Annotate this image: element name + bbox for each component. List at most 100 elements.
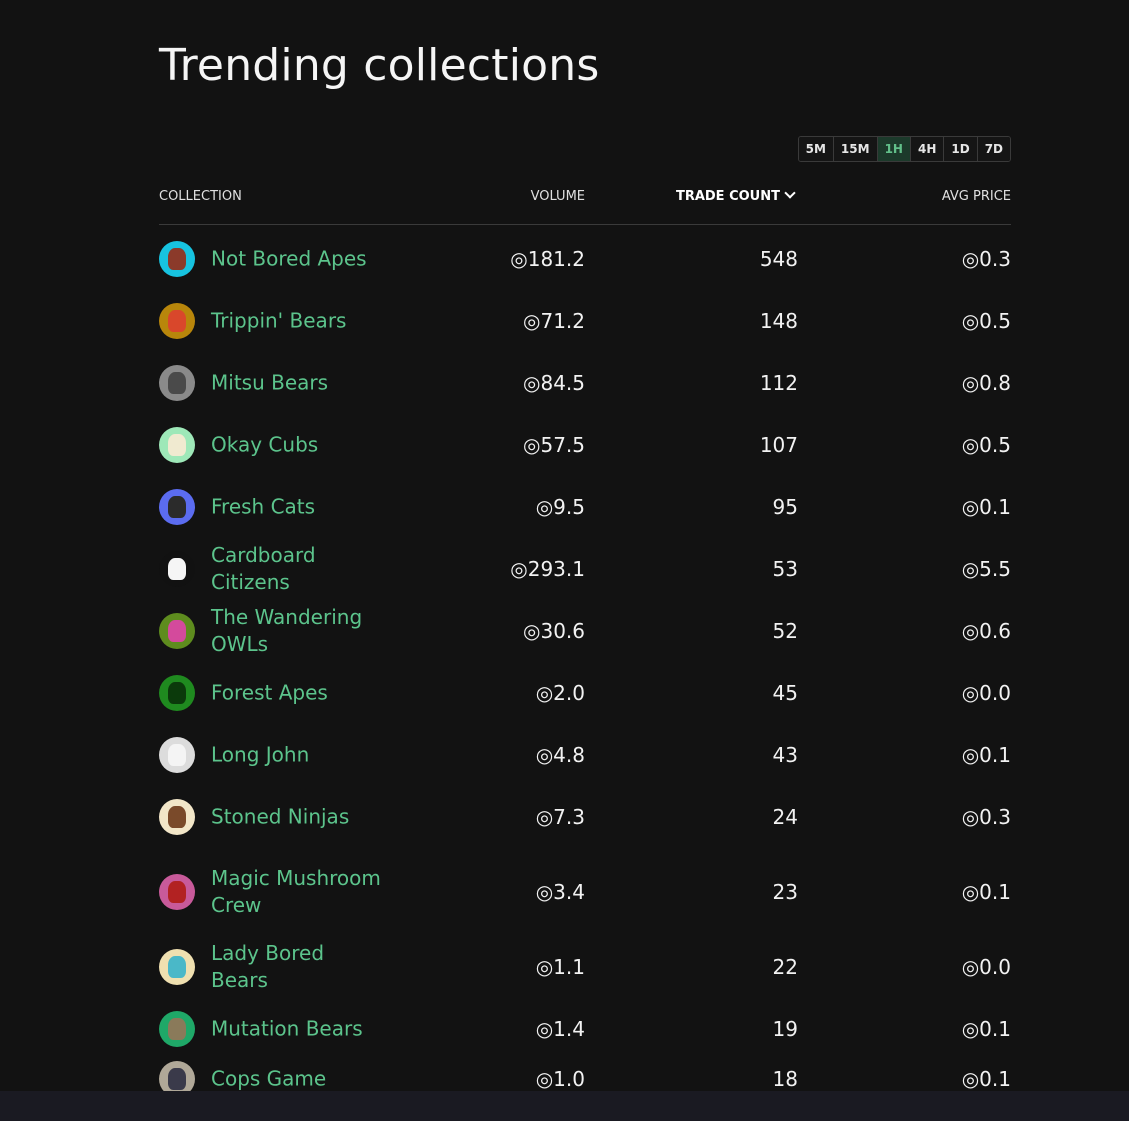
volume-cell: ◎181.2 bbox=[510, 247, 585, 271]
column-header-avg-price[interactable]: AVG PRICE bbox=[942, 189, 1011, 204]
collection-avatar bbox=[159, 1011, 195, 1047]
table-row[interactable]: Mutation Bears ◎1.4 19 ◎0.1 bbox=[159, 998, 1011, 1060]
trade-count-cell: 548 bbox=[759, 247, 798, 271]
avg-price-cell: ◎0.5 bbox=[961, 433, 1011, 457]
avatar-figure bbox=[168, 806, 186, 828]
volume-cell: ◎1.1 bbox=[535, 955, 585, 979]
table-row[interactable]: Magic Mushroom Crew ◎3.4 23 ◎0.1 bbox=[159, 848, 1011, 936]
avatar-figure bbox=[168, 956, 186, 978]
table-row[interactable]: Not Bored Apes ◎181.2 548 ◎0.3 bbox=[159, 228, 1011, 290]
avatar-figure bbox=[168, 248, 186, 270]
column-header-trade-count[interactable]: TRADE COUNT bbox=[675, 187, 796, 204]
collection-name-link[interactable]: Mitsu Bears bbox=[211, 370, 381, 397]
collection-avatar bbox=[159, 737, 195, 773]
table-row[interactable]: The Wandering OWLs ◎30.6 52 ◎0.6 bbox=[159, 600, 1011, 662]
time-filter-1h[interactable]: 1H bbox=[877, 137, 911, 161]
time-filter-5m[interactable]: 5M bbox=[798, 137, 834, 161]
volume-cell: ◎71.2 bbox=[523, 309, 585, 333]
avatar-figure bbox=[168, 881, 186, 903]
collection-name-link[interactable]: Not Bored Apes bbox=[211, 246, 381, 273]
collection-name-link[interactable]: Trippin' Bears bbox=[211, 308, 381, 335]
time-range-filter: 5M 15M 1H 4H 1D 7D bbox=[797, 136, 1011, 162]
collection-avatar bbox=[159, 613, 195, 649]
trade-count-cell: 52 bbox=[772, 619, 798, 643]
collection-name-link[interactable]: Cops Game bbox=[211, 1066, 381, 1093]
table-row[interactable]: Cardboard Citizens ◎293.1 53 ◎5.5 bbox=[159, 538, 1011, 600]
collection-name-link[interactable]: Cardboard Citizens bbox=[211, 542, 381, 596]
trade-count-cell: 24 bbox=[772, 805, 798, 829]
trade-count-cell: 43 bbox=[772, 743, 798, 767]
bottom-bar bbox=[0, 1091, 1129, 1121]
time-filter-1d[interactable]: 1D bbox=[944, 137, 978, 161]
volume-cell: ◎7.3 bbox=[535, 805, 585, 829]
volume-cell: ◎4.8 bbox=[535, 743, 585, 767]
volume-cell: ◎84.5 bbox=[523, 371, 585, 395]
avg-price-cell: ◎0.0 bbox=[961, 955, 1011, 979]
avatar-figure bbox=[168, 310, 186, 332]
trade-count-cell: 112 bbox=[759, 371, 798, 395]
table-row[interactable]: Trippin' Bears ◎71.2 148 ◎0.5 bbox=[159, 290, 1011, 352]
volume-cell: ◎1.0 bbox=[535, 1067, 585, 1091]
collection-name-link[interactable]: Mutation Bears bbox=[211, 1016, 381, 1043]
collections-table-body: Not Bored Apes ◎181.2 548 ◎0.3 Trippin' Bear… bbox=[159, 228, 1011, 1098]
collection-avatar bbox=[159, 551, 195, 587]
page: Trending collections 5M 15M 1H 4H 1D 7D COLLE… bbox=[0, 0, 1129, 1121]
collection-name-link[interactable]: Stoned Ninjas bbox=[211, 804, 381, 831]
trade-count-cell: 95 bbox=[772, 495, 798, 519]
collection-avatar bbox=[159, 427, 195, 463]
table-row[interactable]: Mitsu Bears ◎84.5 112 ◎0.8 bbox=[159, 352, 1011, 414]
time-filter-7d[interactable]: 7D bbox=[977, 137, 1010, 161]
time-filter-4h[interactable]: 4H bbox=[910, 137, 945, 161]
page-title: Trending collections bbox=[159, 40, 600, 91]
collection-avatar bbox=[159, 949, 195, 985]
table-row[interactable]: Forest Apes ◎2.0 45 ◎0.0 bbox=[159, 662, 1011, 724]
table-header: COLLECTION VOLUME TRADE COUNT AVG PRICE bbox=[159, 186, 1011, 225]
table-row[interactable]: Long John ◎4.8 43 ◎0.1 bbox=[159, 724, 1011, 786]
collection-name-link[interactable]: Okay Cubs bbox=[211, 432, 381, 459]
avatar-figure bbox=[168, 682, 186, 704]
volume-cell: ◎9.5 bbox=[535, 495, 585, 519]
avatar-figure bbox=[168, 372, 186, 394]
avg-price-cell: ◎0.3 bbox=[961, 247, 1011, 271]
avg-price-cell: ◎0.6 bbox=[961, 619, 1011, 643]
collection-name-link[interactable]: Fresh Cats bbox=[211, 494, 381, 521]
table-row[interactable]: Stoned Ninjas ◎7.3 24 ◎0.3 bbox=[159, 786, 1011, 848]
collection-name-link[interactable]: Forest Apes bbox=[211, 680, 381, 707]
avatar-figure bbox=[168, 496, 186, 518]
time-filter-15m[interactable]: 15M bbox=[833, 137, 878, 161]
avatar-figure bbox=[168, 620, 186, 642]
column-header-volume[interactable]: VOLUME bbox=[531, 189, 585, 204]
avg-price-cell: ◎0.3 bbox=[961, 805, 1011, 829]
collection-name-link[interactable]: Long John bbox=[211, 742, 381, 769]
table-row[interactable]: Okay Cubs ◎57.5 107 ◎0.5 bbox=[159, 414, 1011, 476]
avg-price-cell: ◎0.1 bbox=[961, 1017, 1011, 1041]
collection-name-link[interactable]: Magic Mushroom Crew bbox=[211, 865, 381, 919]
trade-count-cell: 18 bbox=[772, 1067, 798, 1091]
avatar-figure bbox=[168, 1018, 186, 1040]
collection-name-link[interactable]: The Wandering OWLs bbox=[211, 604, 381, 658]
volume-cell: ◎3.4 bbox=[535, 880, 585, 904]
collection-avatar bbox=[159, 874, 195, 910]
avatar-figure bbox=[168, 434, 186, 456]
collection-avatar bbox=[159, 303, 195, 339]
avatar-figure bbox=[168, 1068, 186, 1090]
avg-price-cell: ◎0.1 bbox=[961, 880, 1011, 904]
avatar-figure bbox=[168, 558, 186, 580]
collection-avatar bbox=[159, 799, 195, 835]
collection-avatar bbox=[159, 241, 195, 277]
volume-cell: ◎293.1 bbox=[510, 557, 585, 581]
collection-avatar bbox=[159, 675, 195, 711]
column-header-trade-count-label: TRADE COUNT bbox=[675, 189, 780, 204]
table-row[interactable]: Lady Bored Bears ◎1.1 22 ◎0.0 bbox=[159, 936, 1011, 998]
collection-name-link[interactable]: Lady Bored Bears bbox=[211, 940, 381, 994]
table-row[interactable]: Fresh Cats ◎9.5 95 ◎0.1 bbox=[159, 476, 1011, 538]
avg-price-cell: ◎0.8 bbox=[961, 371, 1011, 395]
trade-count-cell: 53 bbox=[772, 557, 798, 581]
avg-price-cell: ◎0.1 bbox=[961, 1067, 1011, 1091]
trade-count-cell: 45 bbox=[772, 681, 798, 705]
volume-cell: ◎1.4 bbox=[535, 1017, 585, 1041]
trade-count-cell: 148 bbox=[759, 309, 798, 333]
avg-price-cell: ◎0.5 bbox=[961, 309, 1011, 333]
avg-price-cell: ◎5.5 bbox=[961, 557, 1011, 581]
trade-count-cell: 107 bbox=[759, 433, 798, 457]
